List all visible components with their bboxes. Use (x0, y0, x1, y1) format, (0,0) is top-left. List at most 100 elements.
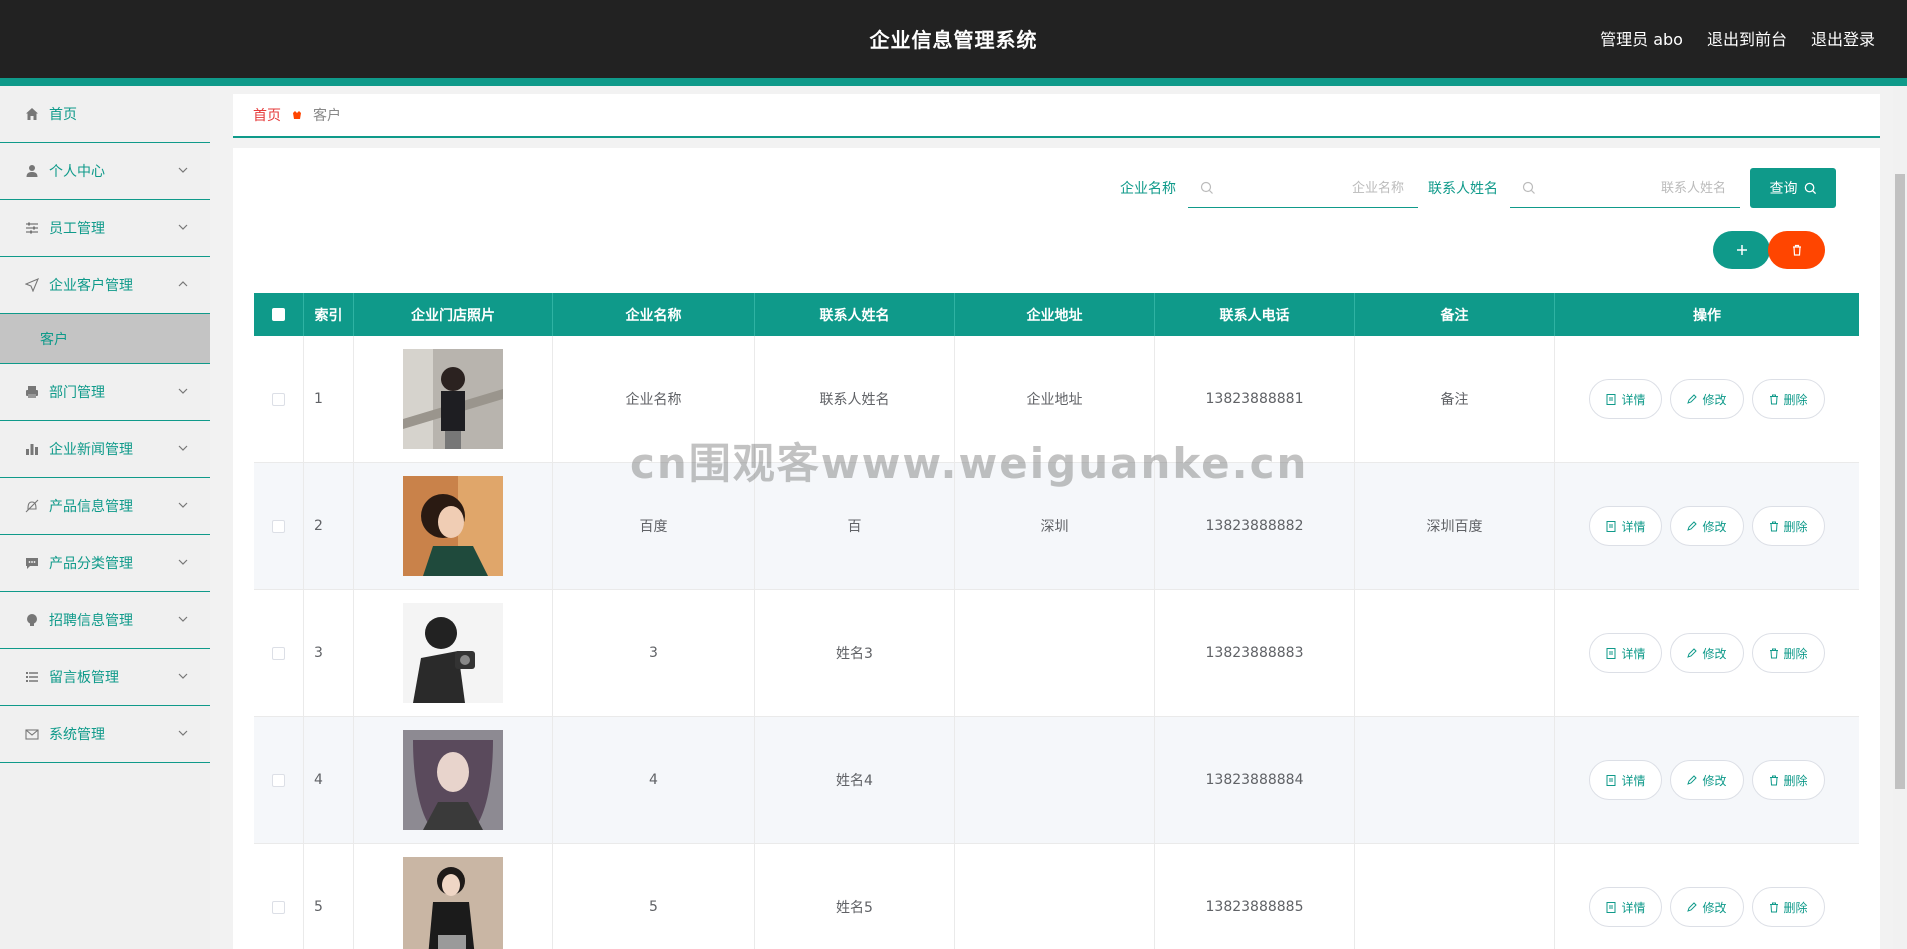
chevron-down-icon (178, 502, 188, 508)
company-search-input[interactable] (1188, 168, 1418, 207)
add-button[interactable] (1713, 231, 1770, 269)
query-button[interactable]: 查询 (1750, 168, 1836, 208)
contact-search-field (1510, 168, 1740, 208)
photo-cell (354, 336, 553, 462)
sidebar-item-news[interactable]: 企业新闻管理 (0, 421, 210, 478)
chevron-down-icon (178, 730, 188, 736)
company-cell: 4 (553, 717, 755, 843)
index-cell: 1 (304, 336, 354, 462)
chevron-down-icon (178, 616, 188, 622)
phone-cell: 13823888885 (1155, 844, 1355, 949)
detail-button[interactable]: 详情 (1589, 760, 1663, 800)
table-header: 索引 企业门店照片 企业名称 联系人姓名 企业地址 联系人电话 备注 操作 (254, 293, 1859, 336)
sidebar-item-label: 部门管理 (49, 385, 105, 401)
actions-cell: 详情 修改 删除 (1555, 717, 1859, 843)
bulb-icon (24, 612, 40, 628)
table-row: 2 百度 百 深圳 13823888882 深圳百度 详情 修改 删除 (254, 463, 1859, 590)
delete-button[interactable]: 删除 (1751, 506, 1825, 546)
edit-button[interactable]: 修改 (1670, 633, 1744, 673)
sidebar-item-personal[interactable]: 个人中心 (0, 143, 210, 200)
edit-label: 修改 (1702, 773, 1727, 788)
pencil-icon (1687, 521, 1698, 531)
store-photo[interactable] (403, 857, 503, 949)
to-front-link[interactable]: 退出到前台 (1707, 26, 1787, 50)
remark-cell (1355, 590, 1555, 716)
mail-icon (24, 726, 40, 742)
select-all-checkbox[interactable] (272, 308, 285, 321)
delete-button[interactable]: 删除 (1751, 379, 1825, 419)
page-scrollbar[interactable] (1893, 86, 1907, 949)
detail-button[interactable]: 详情 (1589, 887, 1663, 927)
edit-button[interactable]: 修改 (1670, 379, 1744, 419)
photo-cell (354, 463, 553, 589)
store-photo[interactable] (403, 476, 503, 576)
chevron-up-icon (178, 281, 188, 287)
company-search-label: 企业名称 (1120, 181, 1176, 197)
trash-icon (1769, 521, 1778, 531)
batch-delete-button[interactable] (1768, 231, 1825, 269)
breadcrumb: 首页 客户 (233, 94, 1880, 138)
store-photo[interactable] (403, 730, 503, 830)
document-icon (1606, 393, 1616, 405)
admin-label[interactable]: 管理员 abo (1600, 26, 1683, 50)
sidebar-item-products[interactable]: 产品信息管理 (0, 478, 210, 535)
store-photo[interactable] (403, 603, 503, 703)
edit-button[interactable]: 修改 (1670, 506, 1744, 546)
sidebar-item-system[interactable]: 系统管理 (0, 706, 210, 763)
search-icon (1804, 182, 1816, 194)
contact-cell: 姓名3 (755, 590, 955, 716)
detail-button[interactable]: 详情 (1589, 379, 1663, 419)
sidebar-item-label: 企业客户管理 (49, 278, 133, 294)
col-header: 联系人电话 (1155, 293, 1355, 336)
header-links: 管理员 abo 退出到前台 退出登录 (1600, 26, 1875, 50)
main-content: 企业名称 联系人姓名 查询 索引 企业门店照片 企业名称 联系人姓名 企业地址 … (233, 148, 1880, 949)
bell-off-icon (24, 498, 40, 514)
address-cell: 企业地址 (955, 336, 1155, 462)
detail-label: 详情 (1621, 646, 1646, 661)
scrollbar-thumb[interactable] (1895, 174, 1905, 789)
sidebar-item-recruit[interactable]: 招聘信息管理 (0, 592, 210, 649)
edit-label: 修改 (1702, 392, 1727, 407)
row-checkbox[interactable] (272, 392, 285, 406)
sidebar-item-label: 系统管理 (49, 727, 105, 743)
sidebar-item-label: 个人中心 (49, 164, 105, 180)
edit-button[interactable]: 修改 (1670, 760, 1744, 800)
chevron-down-icon (178, 388, 188, 394)
pencil-icon (1687, 394, 1698, 404)
address-cell (955, 590, 1155, 716)
chevron-down-icon (178, 673, 188, 679)
delete-button[interactable]: 删除 (1751, 887, 1825, 927)
logout-link[interactable]: 退出登录 (1811, 26, 1875, 50)
contact-search-input[interactable] (1510, 168, 1740, 207)
table-row: 1 企业名称 联系人姓名 企业地址 13823888881 备注 详情 修改 删… (254, 336, 1859, 463)
top-header: 企业信息管理系统 管理员 abo 退出到前台 退出登录 (0, 0, 1907, 78)
sidebar-item-staff[interactable]: 员工管理 (0, 200, 210, 257)
row-checkbox[interactable] (272, 646, 285, 660)
row-checkbox[interactable] (272, 519, 285, 533)
row-checkbox[interactable] (272, 773, 285, 787)
store-photo[interactable] (403, 349, 503, 449)
sidebar-subitem-customer[interactable]: 客户 (0, 314, 210, 364)
row-actions: 详情 修改 删除 (1589, 633, 1825, 673)
breadcrumb-home[interactable]: 首页 (253, 105, 281, 125)
bar-chart-icon (24, 441, 40, 457)
select-all-cell (254, 293, 304, 336)
detail-button[interactable]: 详情 (1589, 633, 1663, 673)
contact-cell: 姓名5 (755, 844, 955, 949)
printer-icon (24, 384, 40, 400)
detail-button[interactable]: 详情 (1589, 506, 1663, 546)
sidebar-item-department[interactable]: 部门管理 (0, 364, 210, 421)
sidebar-item-label: 首页 (49, 107, 77, 123)
col-header: 索引 (304, 293, 354, 336)
sidebar-item-home[interactable]: 首页 (0, 86, 210, 143)
phone-cell: 13823888884 (1155, 717, 1355, 843)
sidebar-item-categories[interactable]: 产品分类管理 (0, 535, 210, 592)
contact-cell: 联系人姓名 (755, 336, 955, 462)
row-checkbox[interactable] (272, 900, 285, 914)
delete-button[interactable]: 删除 (1751, 633, 1825, 673)
sidebar-item-messages[interactable]: 留言板管理 (0, 649, 210, 706)
edit-button[interactable]: 修改 (1670, 887, 1744, 927)
sidebar-item-customers[interactable]: 企业客户管理 (0, 257, 210, 314)
contact-search-label: 联系人姓名 (1428, 181, 1498, 197)
delete-button[interactable]: 删除 (1751, 760, 1825, 800)
